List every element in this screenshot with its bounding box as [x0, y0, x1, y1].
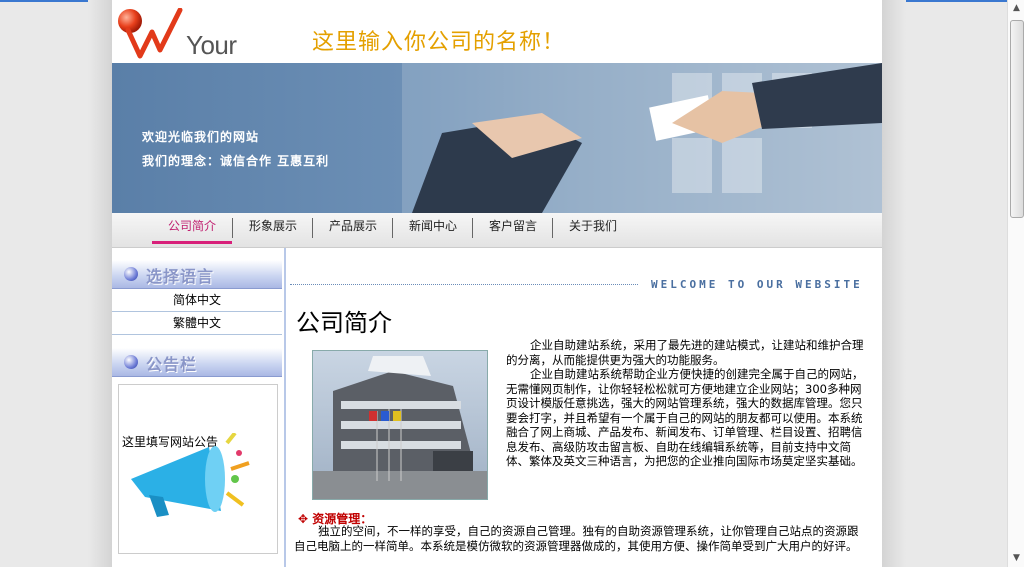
vertical-scrollbar[interactable]: ▲ ▼ — [1007, 0, 1024, 567]
main-content: WELCOME TO OUR WEBSITE 公司简介 企业自助建站系统，采用了… — [286, 248, 882, 567]
banner-line1: 欢迎光临我们的网站 — [142, 130, 260, 144]
building-image — [313, 356, 487, 499]
scroll-down-arrow-icon[interactable]: ▼ — [1008, 550, 1024, 567]
notice-box: 这里填写网站公告 — [118, 384, 278, 554]
sidebar: 选择语言 简体中文 繁體中文 公告栏 这里填写网站公告 — [112, 248, 286, 567]
nav-item-news[interactable]: 新闻中心 — [392, 218, 473, 238]
banner: 欢迎光临我们的网站 我们的理念：诚信合作 互惠互利 — [112, 63, 882, 213]
company-building-photo — [312, 350, 488, 500]
intro-text: 企业自助建站系统，采用了最先进的建站模式，让建站和维护合理的分离，从而能提供更为… — [506, 338, 868, 469]
nav-item-about[interactable]: 关于我们 — [552, 218, 633, 238]
company-name: 这里输入你公司的名称！ — [312, 30, 566, 55]
language-panel-header: 选择语言 — [112, 260, 282, 289]
page-shadow-right — [882, 0, 906, 567]
megaphone-icon — [131, 433, 250, 517]
scroll-thumb[interactable] — [1010, 20, 1024, 218]
nav-item-company-intro[interactable]: 公司简介 — [152, 213, 232, 244]
language-option-traditional[interactable]: 繁體中文 — [112, 312, 282, 335]
intro-paragraph-1: 企业自助建站系统，采用了最先进的建站模式，让建站和维护合理的分离，从而能提供更为… — [506, 338, 864, 367]
site-header: Your Logo 这里输入你公司的名称！ — [112, 0, 882, 91]
page-title: 公司简介 — [296, 309, 392, 337]
nav-item-products[interactable]: 产品展示 — [312, 218, 393, 238]
notice-panel-title: 公告栏 — [146, 355, 198, 374]
dotted-divider — [290, 284, 638, 285]
logo[interactable]: Your Logo — [114, 7, 294, 91]
nav-item-image-display[interactable]: 形象展示 — [232, 218, 313, 238]
logo-mark-icon — [118, 7, 183, 59]
language-panel-title: 选择语言 — [146, 267, 215, 286]
bullet-icon — [124, 267, 138, 281]
banner-line2: 我们的理念：诚信合作 互惠互利 — [142, 154, 330, 168]
main-nav: 公司简介 形象展示 产品展示 新闻中心 客户留言 关于我们 — [112, 213, 882, 248]
scroll-up-arrow-icon[interactable]: ▲ — [1008, 0, 1024, 17]
resource-text: 独立的空间，不一样的享受，自己的资源自己管理。独有的自助资源管理系统，让你管理自… — [294, 524, 859, 553]
banner-welcome: 欢迎光临我们的网站 我们的理念：诚信合作 互惠互利 — [142, 125, 329, 173]
language-option-simplified[interactable]: 简体中文 — [112, 289, 282, 312]
welcome-heading-en: WELCOME TO OUR WEBSITE — [651, 278, 863, 291]
bullet-icon — [124, 355, 138, 369]
page-shadow-left — [88, 0, 112, 567]
intro-paragraph-2: 企业自助建站系统帮助企业方便快捷的创建完全属于自己的网站，无需懂网页制作，让你轻… — [506, 367, 864, 468]
page-container: Your Logo 这里输入你公司的名称！ 欢迎光临我们的网站 我们的理念：诚信… — [112, 0, 882, 567]
notice-panel-header: 公告栏 — [112, 348, 282, 377]
nav-item-guestbook[interactable]: 客户留言 — [472, 218, 553, 238]
